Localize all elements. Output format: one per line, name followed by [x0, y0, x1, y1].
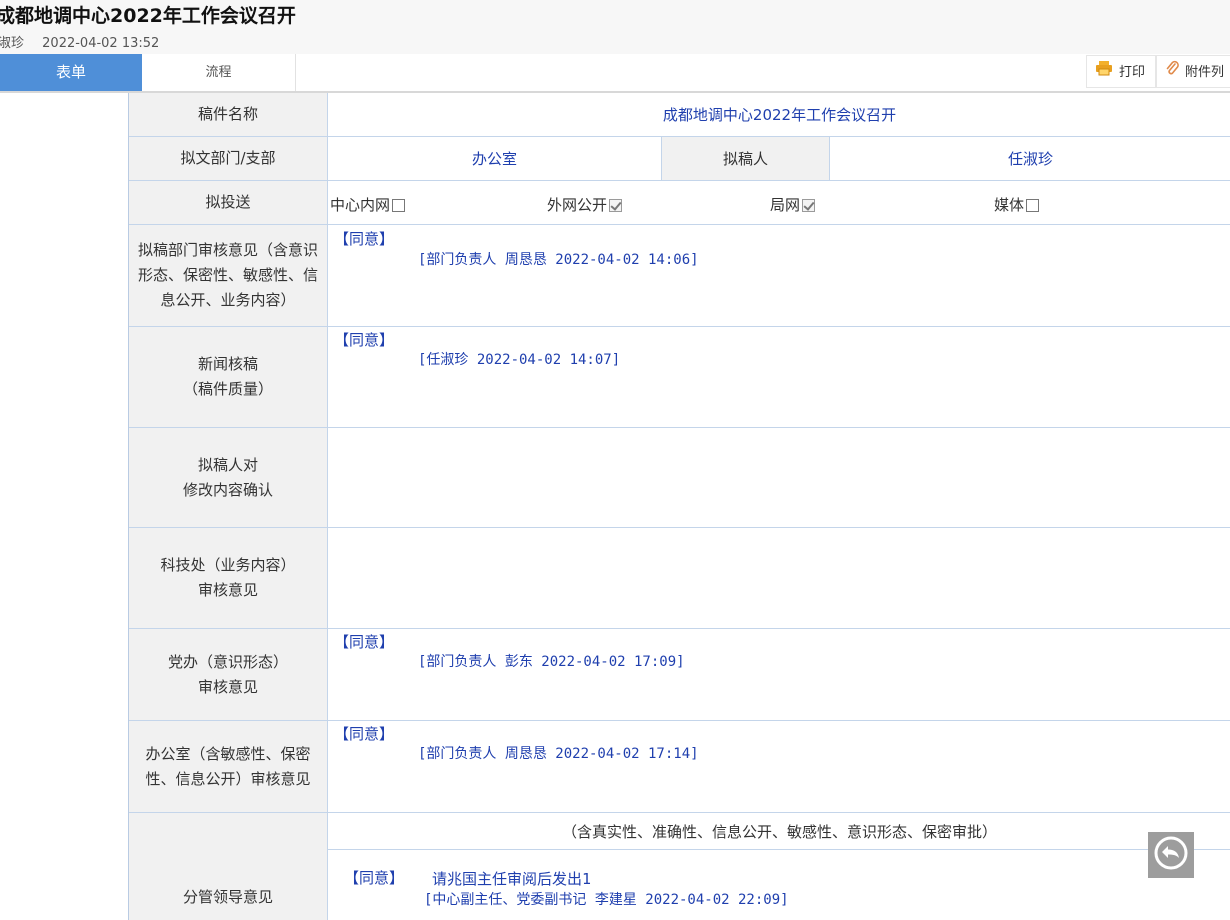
- dept-review-opinion: 【同意】: [334, 230, 395, 248]
- tech-review-label-line2: 审核意见: [197, 581, 258, 599]
- tech-review-label: 科技处（业务内容） 审核意见: [129, 528, 328, 628]
- leader-review-note: （含真实性、准确性、信息公开、敏感性、意识形态、保密审批）: [328, 813, 1230, 850]
- tab-workflow[interactable]: 流程: [142, 54, 296, 91]
- dept-review-signature: [部门负责人 周恳恳 2022-04-02 14:06]: [418, 252, 699, 268]
- row-leader-review: 分管领导意见 （含真实性、准确性、信息公开、敏感性、意识形态、保密审批） 【同意…: [129, 813, 1230, 920]
- office-review-signature: [部门负责人 周恳恳 2022-04-02 17:14]: [418, 746, 699, 762]
- drafter-confirm-label: 拟稿人对修改内容确认: [129, 428, 328, 527]
- news-review-label-line2: （稿件质量）: [182, 380, 273, 398]
- row-office-review: 办公室（含敏感性、保密性、信息公开）审核意见 【同意】 [部门负责人 周恳恳 2…: [129, 721, 1230, 813]
- leader-review-opinion: 【同意】: [344, 869, 405, 887]
- office-review-label: 办公室（含敏感性、保密性、信息公开）审核意见: [129, 721, 328, 812]
- approval-form: 稿件名称 成都地调中心2022年工作会议召开 拟文部门/支部 办公室 拟稿人 任…: [128, 93, 1230, 920]
- media-checkbox[interactable]: [1026, 199, 1040, 212]
- dept-review-content: 【同意】 [部门负责人 周恳恳 2022-04-02 14:06]: [328, 225, 1230, 326]
- row-draft-name: 稿件名称 成都地调中心2022年工作会议召开: [129, 93, 1230, 137]
- tech-review-content: [328, 528, 1230, 628]
- leader-review-label: 分管领导意见: [129, 813, 328, 920]
- delivery-options: 中心内网 外网公开 局网 媒体: [328, 181, 1230, 224]
- checkbox-media[interactable]: 媒体: [994, 194, 1040, 215]
- party-review-label-line1: 党办（意识形态）: [167, 652, 288, 671]
- checkbox-bureau-net[interactable]: 局网: [770, 194, 816, 215]
- drafter-label: 拟稿人: [662, 137, 830, 180]
- department-value: 办公室: [328, 137, 662, 180]
- leader-review-signature: [中心副主任、党委副书记 李建星 2022-04-02 22:09]: [424, 892, 789, 908]
- dept-review-label: 拟稿部门审核意见（含意识形态、保密性、敏感性、信息公开、业务内容）: [129, 225, 328, 326]
- row-delivery: 拟投送 中心内网 外网公开 局网 媒体: [129, 181, 1230, 225]
- office-review-opinion: 【同意】: [334, 725, 395, 743]
- draft-name-label: 稿件名称: [129, 93, 328, 136]
- document-meta: 淑珍 2022-04-02 13:52: [0, 32, 159, 51]
- bureau-net-checkbox[interactable]: [802, 199, 816, 212]
- bureau-net-label: 局网: [770, 196, 801, 214]
- public-web-checkbox[interactable]: [609, 199, 623, 212]
- leader-review-content: （含真实性、准确性、信息公开、敏感性、意识形态、保密审批） 【同意】 请兆国主任…: [328, 813, 1230, 920]
- news-review-label: 新闻核稿 （稿件质量）: [129, 327, 328, 427]
- party-review-signature: [部门负责人 彭东 2022-04-02 17:09]: [418, 654, 685, 670]
- row-drafter-confirm: 拟稿人对修改内容确认: [129, 428, 1230, 528]
- created-time: 2022-04-02 13:52: [42, 36, 160, 51]
- department-values: 办公室 拟稿人 任淑珍: [328, 137, 1230, 180]
- leader-review-remark: 请兆国主任审阅后发出1: [432, 870, 592, 888]
- checkbox-intranet[interactable]: 中心内网: [330, 194, 406, 215]
- print-label: 打印: [1119, 65, 1146, 80]
- drafter-confirm-label-line2: 修改内容确认: [182, 480, 273, 499]
- reply-arrow-icon: [1153, 835, 1189, 875]
- author-name: 淑珍: [0, 36, 25, 51]
- back-button[interactable]: [1148, 832, 1194, 878]
- intranet-label: 中心内网: [330, 196, 391, 214]
- row-department: 拟文部门/支部 办公室 拟稿人 任淑珍: [129, 137, 1230, 181]
- news-review-label-line1: 新闻核稿: [197, 355, 258, 373]
- print-button[interactable]: 打印: [1086, 55, 1157, 89]
- page-title: 成都地调中心2022年工作会议召开: [0, 5, 296, 27]
- media-label: 媒体: [994, 196, 1025, 214]
- tech-review-label-line1: 科技处（业务内容）: [160, 556, 296, 574]
- drafter-confirm-label-line1: 拟稿人对: [197, 455, 258, 474]
- draft-name-value: 成都地调中心2022年工作会议召开: [662, 106, 897, 124]
- public-web-label: 外网公开: [547, 196, 608, 214]
- news-review-opinion: 【同意】: [334, 331, 395, 349]
- tab-form[interactable]: 表单: [0, 54, 142, 91]
- paperclip-icon: [1165, 56, 1179, 89]
- department-label: 拟文部门/支部: [129, 137, 328, 180]
- intranet-checkbox[interactable]: [392, 199, 406, 212]
- delivery-label: 拟投送: [129, 181, 328, 224]
- news-review-signature: [任淑珍 2022-04-02 14:07]: [418, 352, 621, 368]
- attachment-label: 附件列: [1185, 65, 1225, 80]
- party-review-opinion: 【同意】: [334, 633, 395, 651]
- row-tech-review: 科技处（业务内容） 审核意见: [129, 528, 1230, 629]
- printer-icon: [1095, 56, 1113, 89]
- attachment-list-button[interactable]: 附件列: [1156, 55, 1230, 88]
- row-dept-review: 拟稿部门审核意见（含意识形态、保密性、敏感性、信息公开、业务内容） 【同意】 […: [129, 225, 1230, 327]
- news-review-content: 【同意】 [任淑珍 2022-04-02 14:07]: [328, 327, 1230, 427]
- row-news-review: 新闻核稿 （稿件质量） 【同意】 [任淑珍 2022-04-02 14:07]: [129, 327, 1230, 428]
- party-review-content: 【同意】 [部门负责人 彭东 2022-04-02 17:09]: [328, 629, 1230, 720]
- drafter-confirm-content: [328, 428, 1230, 527]
- party-review-label-line2: 审核意见: [197, 677, 258, 696]
- drafter-value: 任淑珍: [1007, 150, 1053, 168]
- office-review-content: 【同意】 [部门负责人 周恳恳 2022-04-02 17:14]: [328, 721, 1230, 812]
- party-review-label: 党办（意识形态） 审核意见: [129, 629, 328, 720]
- checkbox-public-web[interactable]: 外网公开: [547, 194, 623, 215]
- row-party-review: 党办（意识形态） 审核意见 【同意】 [部门负责人 彭东 2022-04-02 1…: [129, 629, 1230, 721]
